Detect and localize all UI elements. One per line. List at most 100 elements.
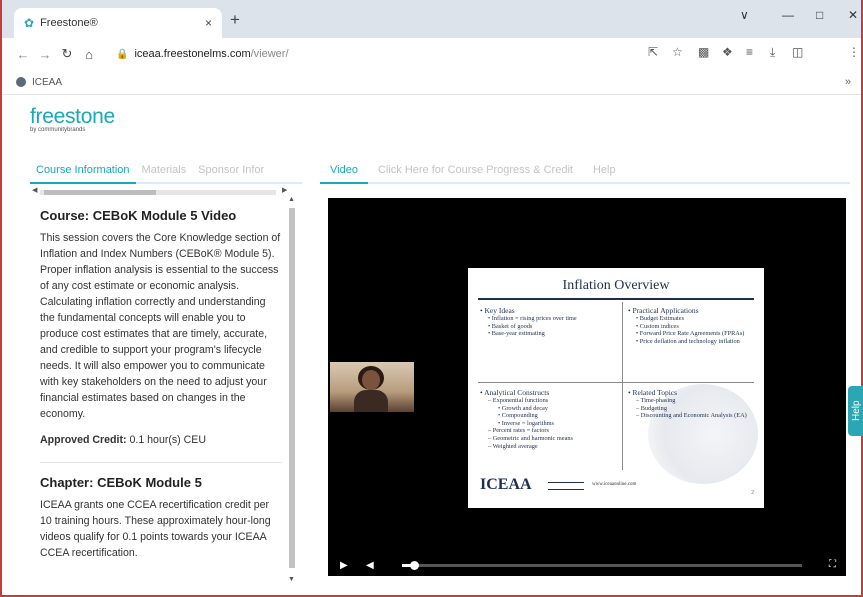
course-label: Course: xyxy=(40,208,90,223)
speaker-video-thumbnail xyxy=(330,362,414,412)
player-controls: ▶ ◀ ⛶ xyxy=(328,554,846,576)
scroll-up-icon[interactable]: ▲ xyxy=(288,196,295,203)
slide-horizontal-divider xyxy=(478,382,754,383)
puzzle-icon[interactable]: ❖ xyxy=(722,45,733,59)
analytical-item: – Weighted average xyxy=(488,442,538,450)
chapter-title: CEBoK Module 5 xyxy=(97,475,202,490)
course-content: Course: CEBoK Module 5 Video This sessio… xyxy=(40,208,282,571)
left-tabs: Course Information Materials Sponsor Inf… xyxy=(30,160,302,184)
new-tab-button[interactable]: + xyxy=(230,10,240,30)
slide-logo-lines xyxy=(548,482,584,490)
browser-window: ✿ Freestone® × + ∨ — □ ✕ ← → ↻ ⌂ 🔒 iceaa… xyxy=(0,0,863,597)
credit-value: 0.1 hour(s) CEU xyxy=(129,434,207,446)
forward-icon[interactable]: → xyxy=(34,47,56,62)
key-ideas-heading: • Key Ideas xyxy=(480,306,515,315)
side-panel-icon[interactable]: ◫ xyxy=(792,45,803,59)
key-ideas-item: • Base-year estimating xyxy=(488,330,545,338)
tab-video[interactable]: Video xyxy=(320,160,368,184)
quadrant-related-topics: • Related Topics – Time-phasing – Budget… xyxy=(628,388,760,420)
bookmark-iceaa[interactable]: ICEAA xyxy=(32,77,62,88)
back-icon[interactable]: ← xyxy=(12,47,34,62)
freestone-favicon-icon: ✿ xyxy=(24,16,35,30)
bookmarks-overflow-icon[interactable]: » xyxy=(845,76,851,88)
tab-close-icon[interactable]: × xyxy=(205,16,212,30)
credit-label: Approved Credit: xyxy=(40,434,127,446)
download-icon[interactable]: ⤓ xyxy=(770,45,775,60)
scroll-thumb[interactable] xyxy=(44,190,156,195)
key-ideas-item: • Basket of goods xyxy=(488,322,533,330)
reading-list-icon[interactable]: ≡ xyxy=(746,45,753,59)
tab-sponsor-info[interactable]: Sponsor Infor xyxy=(192,160,270,182)
volume-icon[interactable]: ◀ xyxy=(366,560,380,571)
url-path: /viewer/ xyxy=(250,48,289,60)
iceaa-bookmark-icon xyxy=(16,77,26,87)
slide-vertical-divider xyxy=(622,302,623,470)
chapter-description: ICEAA grants one CCEA recertification cr… xyxy=(40,499,271,559)
freestone-logo[interactable]: freestone by communitybrands xyxy=(30,105,115,133)
scroll-down-icon[interactable]: ▼ xyxy=(288,576,295,583)
related-heading: • Related Topics xyxy=(628,388,678,397)
course-heading: Course: CEBoK Module 5 Video xyxy=(40,208,282,224)
minimize-button[interactable]: — xyxy=(782,8,794,22)
play-icon[interactable]: ▶ xyxy=(340,560,354,571)
share-icon[interactable]: ⇱ xyxy=(648,45,658,59)
chapter-label: Chapter: xyxy=(40,475,94,490)
maximize-button[interactable]: □ xyxy=(816,8,823,22)
vertical-scrollbar[interactable]: ▲ ▼ xyxy=(288,196,296,585)
tab-course-progress[interactable]: Click Here for Course Progress & Credit xyxy=(368,160,583,182)
lock-icon: 🔒 xyxy=(116,48,129,60)
divider xyxy=(40,462,282,463)
help-tab-label: Help xyxy=(851,400,862,422)
practical-heading: • Practical Applications xyxy=(628,306,699,315)
tab-materials[interactable]: Materials xyxy=(136,160,193,182)
vertical-scroll-thumb[interactable] xyxy=(289,208,295,568)
tab-strip: ✿ Freestone® × + ∨ — □ ✕ xyxy=(2,0,861,38)
analytical-sub-heading: – Exponential functions xyxy=(488,397,549,404)
scroll-left-icon[interactable]: ◀ xyxy=(32,186,37,194)
horizontal-scrollbar[interactable]: ◀ ▶ xyxy=(30,186,290,196)
slide-title-rule xyxy=(478,298,754,300)
tab-help[interactable]: Help xyxy=(583,160,626,182)
quadrant-analytical-constructs: • Analytical Constructs – Exponential fu… xyxy=(480,388,620,450)
quadrant-practical-applications: • Practical Applications • Budget Estima… xyxy=(628,306,758,345)
help-side-tab[interactable]: Help xyxy=(848,386,863,436)
course-description: This session covers the Core Knowledge s… xyxy=(40,232,281,420)
progress-bar[interactable] xyxy=(402,561,802,570)
practical-item: • Budget Estimates xyxy=(636,315,685,322)
analytical-item: – Geometric and harmonic means xyxy=(488,434,573,442)
menu-icon[interactable]: ⋮ xyxy=(848,45,860,59)
slide-page-number: 2 xyxy=(751,490,754,496)
analytical-sub-item: • Inverse = logarithms xyxy=(498,419,554,427)
analytical-sub-item: • Growth and decay xyxy=(498,404,548,412)
speaker-head xyxy=(362,370,380,390)
video-panel: Video Click Here for Course Progress & C… xyxy=(320,160,850,585)
tab-search-icon[interactable]: ∨ xyxy=(740,8,749,22)
extension-icon[interactable]: ▩ xyxy=(698,45,709,59)
close-window-button[interactable]: ✕ xyxy=(848,8,858,22)
iceaa-slide-logo: ICEAA xyxy=(480,476,532,493)
chapter-heading: Chapter: CEBoK Module 5 xyxy=(40,475,282,491)
tab-course-information[interactable]: Course Information xyxy=(30,160,136,184)
bookmark-star-icon[interactable]: ☆ xyxy=(672,45,683,59)
practical-item: • Price deflation and technology inflati… xyxy=(636,337,740,345)
url-host: iceaa.freestonelms.com xyxy=(134,48,251,60)
home-icon[interactable]: ⌂ xyxy=(78,47,100,62)
course-title: CEBoK Module 5 Video xyxy=(92,208,237,223)
approved-credit: Approved Credit: 0.1 hour(s) CEU xyxy=(40,432,282,448)
tab-title: Freestone® xyxy=(40,17,98,29)
right-tabs: Video Click Here for Course Progress & C… xyxy=(320,160,850,184)
analytical-item: – Percent rates = factors xyxy=(488,427,549,435)
reload-icon[interactable]: ↻ xyxy=(56,46,78,62)
slide-title: Inflation Overview xyxy=(562,278,670,293)
quadrant-key-ideas: • Key Ideas • Inflation = rising prices … xyxy=(480,306,620,338)
video-player[interactable]: Inflation Overview • Key Ideas • Inflati… xyxy=(328,198,846,576)
scroll-right-icon[interactable]: ▶ xyxy=(282,186,287,194)
browser-tab[interactable]: ✿ Freestone® × xyxy=(14,8,222,38)
progress-knob[interactable] xyxy=(410,561,419,570)
brand-name: freestone xyxy=(30,105,115,128)
speaker-body xyxy=(354,390,388,412)
analytical-heading: • Analytical Constructs xyxy=(480,388,550,397)
fullscreen-icon[interactable]: ⛶ xyxy=(829,559,836,570)
analytical-sub-item: • Compounding xyxy=(498,412,538,420)
address-bar[interactable]: 🔒 iceaa.freestonelms.com/viewer/ xyxy=(116,43,636,65)
